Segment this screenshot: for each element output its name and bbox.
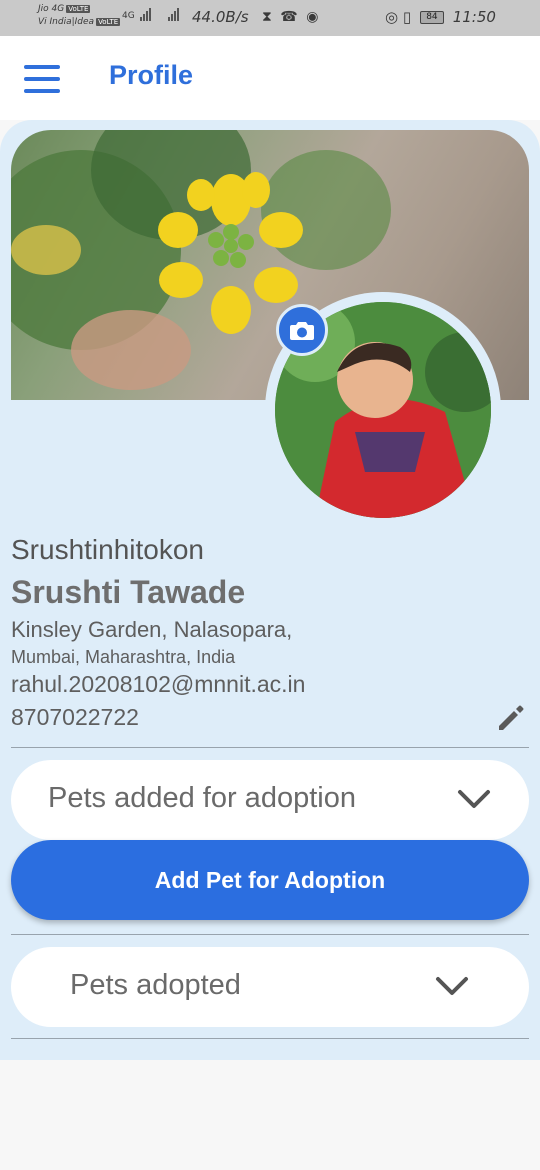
vibrate-icon: ▯ bbox=[402, 8, 412, 26]
sim-info: Jio 4G VoLTE Vi India|Idea VoLTE bbox=[38, 3, 121, 29]
profile-address-line2: Mumbai, Maharashtra, India bbox=[11, 647, 236, 667]
profile-name: Srushti Tawade bbox=[11, 574, 246, 610]
add-pet-button[interactable]: Add Pet for Adoption bbox=[11, 840, 529, 920]
profile-email: rahul.20208102@mnnit.ac.in bbox=[11, 671, 306, 697]
network-type: 4G bbox=[122, 11, 135, 21]
signal-strength-icon-2 bbox=[168, 8, 180, 21]
pets-added-dropdown[interactable]: Pets added for adoption bbox=[11, 760, 529, 840]
sim1-volte-badge: VoLTE bbox=[66, 5, 91, 13]
chevron-down-icon bbox=[458, 790, 490, 808]
page-title: Profile bbox=[109, 60, 194, 90]
app-bar: Profile bbox=[0, 36, 540, 120]
profile-address-line1: Kinsley Garden, Nalasopara, bbox=[11, 617, 293, 642]
signal-indicators: 4G bbox=[122, 8, 180, 21]
divider bbox=[11, 1038, 529, 1039]
network-speed: 44.0B/s bbox=[192, 8, 249, 26]
camera-button[interactable] bbox=[276, 304, 328, 356]
profile-phone: 8707022722 bbox=[11, 704, 139, 730]
eye-icon: ◎ bbox=[385, 8, 399, 26]
hourglass-icon: ⧗ bbox=[262, 9, 272, 25]
pets-adopted-dropdown[interactable]: Pets adopted bbox=[11, 947, 529, 1027]
notification-icons: ⧗ ☎ ◉ bbox=[262, 9, 322, 25]
menu-icon[interactable] bbox=[24, 65, 60, 93]
clock: 11:50 bbox=[452, 8, 496, 26]
profile-card: Srushtinhitokon Srushti Tawade Kinsley G… bbox=[0, 120, 540, 1060]
signal-strength-icon bbox=[139, 8, 152, 21]
camera-icon bbox=[290, 322, 314, 340]
battery-icon: 84 bbox=[419, 11, 444, 24]
divider bbox=[11, 934, 529, 935]
profile-username: Srushtinhitokon bbox=[11, 534, 205, 565]
divider bbox=[11, 747, 529, 748]
sim1-label: Jio 4G bbox=[38, 4, 65, 14]
sim2-volte-badge: VoLTE bbox=[96, 18, 121, 26]
system-status: ◎ ▯ 84 11:50 bbox=[385, 8, 496, 26]
media-icon: ◉ bbox=[306, 9, 319, 25]
chevron-down-icon bbox=[436, 977, 468, 995]
pets-added-label: Pets added for adoption bbox=[48, 782, 356, 814]
status-bar: Jio 4G VoLTE Vi India|Idea VoLTE 4G 44.0B/… bbox=[0, 0, 540, 36]
sim2-label: Vi India|Idea bbox=[38, 17, 95, 27]
pets-adopted-label: Pets adopted bbox=[70, 969, 241, 1001]
edit-icon[interactable] bbox=[496, 703, 526, 733]
phone-icon: ☎ bbox=[280, 9, 298, 25]
